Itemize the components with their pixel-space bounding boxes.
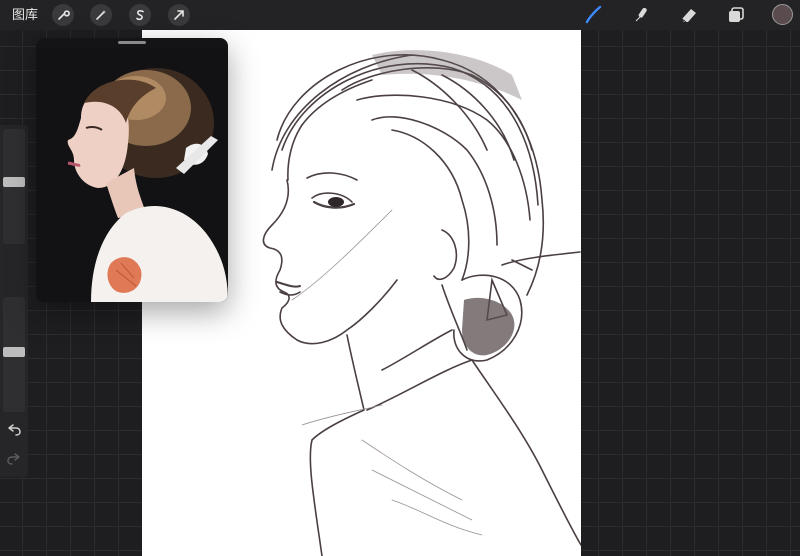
brush-tool-button[interactable] xyxy=(583,5,603,25)
brush-size-slider-thumb[interactable] xyxy=(3,177,25,187)
eraser-tool-button[interactable] xyxy=(679,5,699,25)
transform-button[interactable] xyxy=(168,4,190,26)
smudge-icon xyxy=(635,7,647,22)
selection-button[interactable] xyxy=(129,4,151,26)
gallery-button[interactable]: 图库 xyxy=(12,6,38,24)
opacity-slider-thumb[interactable] xyxy=(3,347,25,357)
layers-icon xyxy=(729,7,744,22)
wrench-icon xyxy=(58,10,70,20)
actions-button[interactable] xyxy=(52,4,74,26)
undo-icon[interactable] xyxy=(6,423,22,437)
reference-window[interactable] xyxy=(36,38,228,302)
smudge-tool-button[interactable] xyxy=(631,5,651,25)
selection-s-icon xyxy=(136,10,144,21)
redo-icon[interactable] xyxy=(6,452,22,466)
reference-photo xyxy=(36,48,228,302)
brush-icon xyxy=(585,5,602,24)
layers-button[interactable] xyxy=(726,5,746,25)
reference-window-drag-handle[interactable] xyxy=(118,41,146,44)
left-sidebar xyxy=(0,125,28,477)
eraser-icon xyxy=(681,9,696,23)
arrow-cursor-icon xyxy=(174,10,184,20)
color-picker-swatch[interactable] xyxy=(772,4,793,25)
adjustments-button[interactable] xyxy=(90,4,112,26)
magic-wand-icon xyxy=(96,10,106,20)
top-toolbar: 图库 xyxy=(0,0,800,30)
